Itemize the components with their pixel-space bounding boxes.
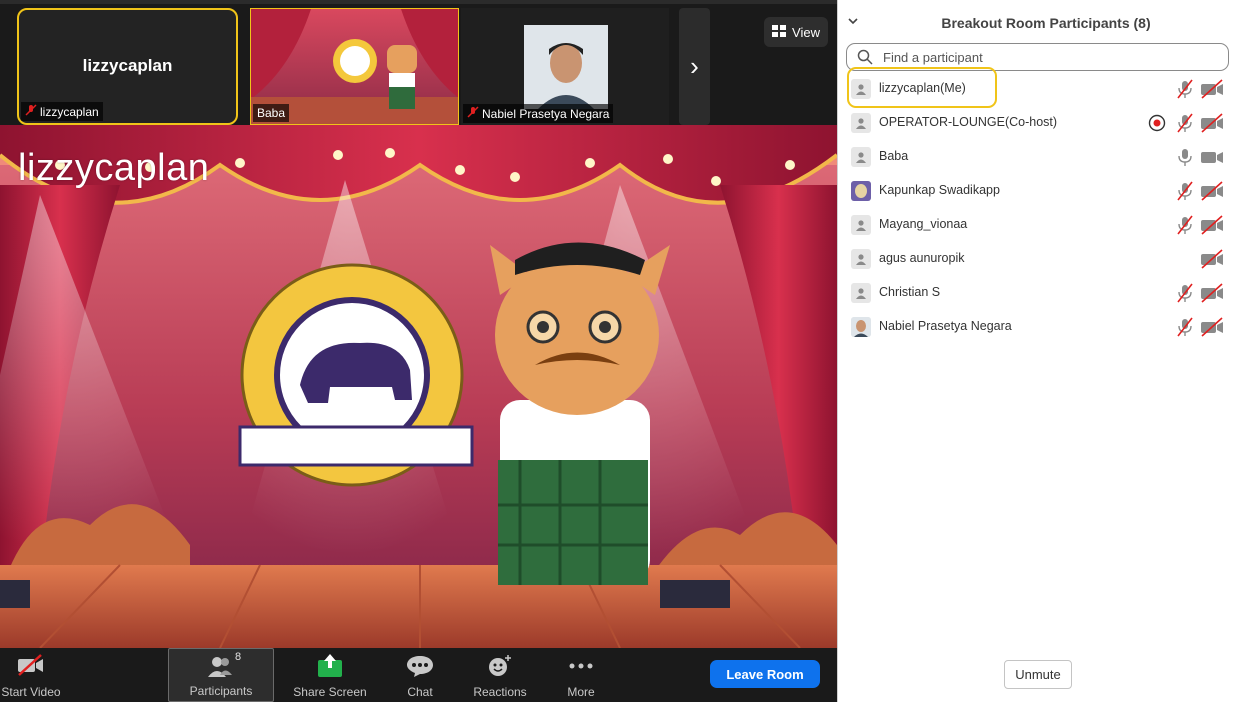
- muted-mic-icon: [1175, 181, 1195, 201]
- panel-title: Breakout Room Participants (8): [941, 15, 1151, 31]
- zoom-window: lizzycaplan lizzycaplan Baba Nabiel Pras…: [0, 0, 1238, 702]
- recording-icon: [1148, 114, 1166, 132]
- more-button[interactable]: More: [556, 648, 606, 702]
- mic-icon: [1175, 147, 1195, 167]
- participant-row[interactable]: Kapunkap Swadikapp: [838, 174, 1238, 208]
- participant-search[interactable]: [846, 43, 1229, 71]
- video-off-icon: [1199, 317, 1225, 337]
- video-off-icon: [1199, 79, 1225, 99]
- grid-icon: [772, 24, 787, 40]
- meeting-toolbar: Start Video 8 Participants Share Screen: [0, 648, 837, 702]
- person-icon: [851, 147, 871, 167]
- thumbnail-strip: lizzycaplan lizzycaplan Baba Nabiel Pras…: [0, 4, 837, 125]
- person-icon: [851, 249, 871, 269]
- participant-name: lizzycaplan(Me): [879, 81, 966, 95]
- participant-avatar-photo: [851, 181, 871, 201]
- thumbnail-big-name: lizzycaplan: [82, 56, 173, 75]
- participant-name: Kapunkap Swadikapp: [879, 183, 1000, 197]
- muted-mic-icon: [467, 106, 479, 121]
- muted-mic-icon: [1175, 79, 1195, 99]
- start-video-label: Start Video: [1, 685, 61, 699]
- participant-name: Baba: [879, 149, 909, 163]
- video-off-icon: [1199, 181, 1225, 201]
- thumbnail-self[interactable]: lizzycaplan lizzycaplan: [17, 8, 238, 125]
- unmute-button[interactable]: Unmute: [1004, 660, 1072, 689]
- thumbnail-label: Baba: [257, 106, 286, 120]
- muted-mic-icon: [1175, 215, 1195, 235]
- participants-button[interactable]: 8 Participants: [168, 648, 274, 702]
- chat-button[interactable]: Chat: [395, 648, 445, 702]
- view-button[interactable]: View: [764, 17, 828, 47]
- more-label: More: [567, 685, 595, 699]
- participants-panel: Breakout Room Participants (8) lizzycapl…: [837, 0, 1238, 702]
- thumbnail-name-tag: lizzycaplan: [21, 102, 103, 121]
- thumbnail-baba[interactable]: Baba: [250, 8, 459, 125]
- search-icon: [857, 49, 873, 65]
- participant-name: Mayang_vionaa: [879, 217, 968, 231]
- participant-row[interactable]: Christian S: [838, 276, 1238, 310]
- share-screen-label: Share Screen: [293, 685, 367, 699]
- participant-name: OPERATOR-LOUNGE(Co-host): [879, 115, 1058, 129]
- video-off-icon: [16, 654, 46, 679]
- person-icon: [851, 113, 871, 133]
- share-screen-icon: [316, 654, 344, 681]
- video-off-icon: [1199, 113, 1225, 133]
- participant-row[interactable]: OPERATOR-LOUNGE(Co-host): [838, 106, 1238, 140]
- reactions-label: Reactions: [473, 685, 527, 699]
- video-icon: [1199, 147, 1225, 167]
- participants-count-badge: 8: [235, 651, 242, 663]
- chat-label: Chat: [407, 685, 433, 699]
- participant-name: agus aunuropik: [879, 251, 965, 265]
- meeting-stage: lizzycaplan lizzycaplan Baba Nabiel Pras…: [0, 0, 837, 702]
- thumbnail-name-tag: Nabiel Prasetya Negara: [463, 104, 614, 123]
- person-icon: [851, 283, 871, 303]
- participant-row[interactable]: Baba: [838, 140, 1238, 174]
- participant-name: Christian S: [879, 285, 941, 299]
- next-page-arrow-icon[interactable]: ›: [679, 8, 710, 125]
- reactions-icon: [486, 654, 514, 681]
- participant-list: lizzycaplan(Me) OPERATOR-LOUNGE(Co-host) B…: [838, 72, 1238, 344]
- muted-mic-icon: [1175, 283, 1195, 303]
- muted-mic-icon: [1175, 317, 1195, 337]
- participant-row[interactable]: lizzycaplan(Me): [838, 72, 1238, 106]
- chat-icon: [406, 654, 434, 681]
- video-off-icon: [1199, 249, 1225, 269]
- video-off-icon: [1199, 283, 1225, 303]
- stage-background-image: [0, 125, 837, 648]
- reactions-button[interactable]: Reactions: [468, 648, 532, 702]
- view-label: View: [792, 24, 820, 40]
- more-dots-icon: [567, 654, 595, 681]
- thumbnail-name-tag: Baba: [253, 104, 290, 122]
- participant-avatar-photo: [851, 317, 871, 337]
- thumbnail-label: Nabiel Prasetya Negara: [482, 106, 610, 121]
- participant-row[interactable]: Mayang_vionaa: [838, 208, 1238, 242]
- person-icon: [851, 215, 871, 235]
- participant-row[interactable]: agus aunuropik: [838, 242, 1238, 276]
- person-icon: [851, 79, 871, 99]
- participants-icon: [206, 655, 236, 680]
- thumbnail-nabiel[interactable]: Nabiel Prasetya Negara: [461, 8, 669, 125]
- participants-label: Participants: [189, 684, 253, 698]
- active-speaker-name: lizzycaplan: [18, 147, 210, 189]
- participant-name: Nabiel Prasetya Negara: [879, 319, 1012, 333]
- search-input[interactable]: [883, 49, 1203, 65]
- start-video-button[interactable]: Start Video: [0, 648, 62, 702]
- leave-room-button[interactable]: Leave Room: [710, 660, 820, 688]
- participant-row[interactable]: Nabiel Prasetya Negara: [838, 310, 1238, 344]
- muted-mic-icon: [1175, 113, 1195, 133]
- participant-photo: [524, 25, 608, 109]
- active-speaker-video: lizzycaplan: [0, 125, 837, 648]
- share-screen-button[interactable]: Share Screen: [288, 648, 372, 702]
- video-off-icon: [1199, 215, 1225, 235]
- muted-mic-icon: [25, 104, 37, 119]
- thumbnail-label: lizzycaplan: [40, 104, 99, 119]
